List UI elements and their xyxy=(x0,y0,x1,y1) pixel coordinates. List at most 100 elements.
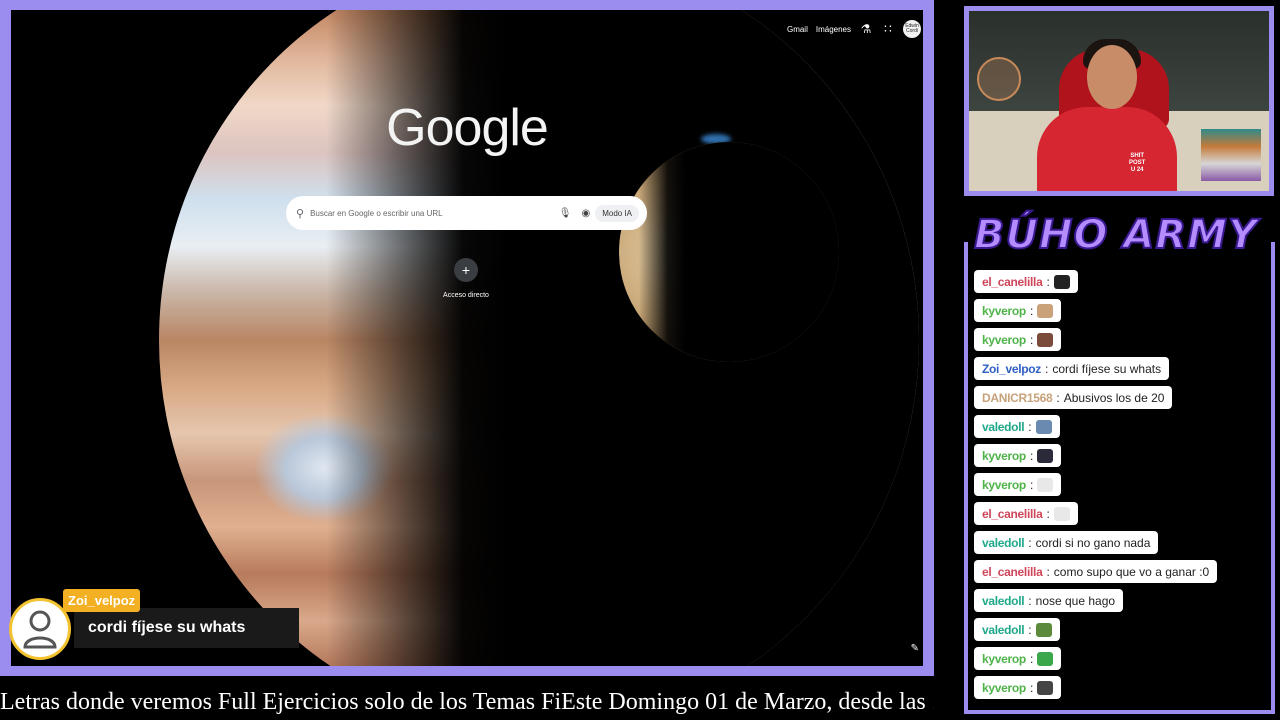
chat-username[interactable]: el_canelilla xyxy=(982,507,1043,521)
chat-username[interactable]: kyverop xyxy=(982,652,1026,666)
chat-row: kyverop: xyxy=(974,676,1264,705)
chat-separator: : xyxy=(1029,303,1034,318)
emote-icon xyxy=(1053,274,1070,289)
gmail-link[interactable]: Gmail xyxy=(787,25,808,34)
apps-icon[interactable]: ∷ xyxy=(881,22,895,36)
chat-username[interactable]: kyverop xyxy=(982,449,1026,463)
add-shortcut[interactable]: + Acceso directo xyxy=(436,258,496,299)
pencil-icon[interactable]: ✎ xyxy=(911,643,919,654)
chat-row: el_canelilla: como supo que vo a ganar :0 xyxy=(974,560,1264,589)
streamer-face xyxy=(1087,45,1137,109)
search-box[interactable]: ⚲ 🎙 ◉ Modo IA xyxy=(286,196,647,230)
lens-icon[interactable]: ◉ xyxy=(581,208,590,219)
shortcut-label: Acceso directo xyxy=(443,292,489,299)
emote-icon xyxy=(1053,506,1070,521)
search-input[interactable] xyxy=(310,208,554,218)
streamer-shirt xyxy=(1037,107,1177,191)
chat-separator: : xyxy=(1028,593,1032,608)
chat-message: el_canelilla: xyxy=(974,270,1078,293)
chat-row: kyverop: xyxy=(974,444,1264,473)
chat-message: valedoll: xyxy=(974,618,1060,641)
webcam-feed: SHIT POST U 24 xyxy=(969,11,1269,191)
chat-message: el_canelilla: xyxy=(974,502,1078,525)
chat-separator: : xyxy=(1045,361,1049,376)
overlay-username: Zoi_velpoz xyxy=(63,589,141,612)
chat-separator: : xyxy=(1029,448,1034,463)
mic-icon[interactable]: 🎙 xyxy=(559,208,572,219)
chat-message: kyverop: xyxy=(974,444,1062,467)
chat-row: kyverop: xyxy=(974,473,1264,502)
chat-separator: : xyxy=(1046,564,1050,579)
chat-message: kyverop: xyxy=(974,299,1062,322)
chat-separator: : xyxy=(1029,332,1034,347)
chat-message: valedoll: nose que hago xyxy=(974,589,1124,612)
chat-row: valedoll: cordi si no gano nada xyxy=(974,531,1264,560)
user-icon xyxy=(23,610,57,649)
chat-text: cordi si no gano nada xyxy=(1035,535,1151,550)
scrolling-ticker: Letras donde veremos Full Ejercicios sol… xyxy=(0,689,934,715)
chat-text: nose que hago xyxy=(1035,593,1116,608)
emote-icon xyxy=(1037,303,1054,318)
chat-username[interactable]: kyverop xyxy=(982,681,1026,695)
chat-message: el_canelilla: como supo que vo a ganar :0 xyxy=(974,560,1218,583)
chat-message: kyverop: xyxy=(974,647,1062,670)
emote-icon xyxy=(1037,332,1054,347)
chat-row: kyverop: xyxy=(974,328,1264,357)
add-icon[interactable]: + xyxy=(454,258,478,282)
google-logo: Google xyxy=(386,99,549,157)
chat-row: kyverop: xyxy=(974,299,1264,328)
fan xyxy=(977,57,1021,101)
chat-message: valedoll: xyxy=(974,415,1060,438)
emote-icon xyxy=(1037,477,1054,492)
chat-message: Zoi_velpoz: cordi fíjese su whats xyxy=(974,357,1170,380)
chat-username[interactable]: el_canelilla xyxy=(982,565,1043,579)
chat-text: Abusivos los de 20 xyxy=(1063,390,1165,405)
chat-username[interactable]: valedoll xyxy=(982,623,1025,637)
chat-username[interactable]: kyverop xyxy=(982,304,1026,318)
chat-separator: : xyxy=(1029,651,1034,666)
ai-mode-button[interactable]: Modo IA xyxy=(595,204,639,222)
chat-separator: : xyxy=(1056,390,1060,405)
chat-separator: : xyxy=(1028,535,1032,550)
ai-mode-label: Modo IA xyxy=(602,208,632,218)
chat-separator: : xyxy=(1029,477,1034,492)
chat-username[interactable]: kyverop xyxy=(982,333,1026,347)
chat-row: valedoll: nose que hago xyxy=(974,589,1264,618)
chat-separator: : xyxy=(1029,680,1034,695)
chat-username[interactable]: DANICR1568 xyxy=(982,391,1053,405)
chat-row: valedoll: xyxy=(974,415,1264,444)
chat-separator: : xyxy=(1046,506,1050,521)
chat-text: como supo que vo a ganar :0 xyxy=(1053,564,1210,579)
chat-separator: : xyxy=(1028,622,1032,637)
profile-avatar[interactable]: Edwin Cordi xyxy=(903,20,921,38)
images-link[interactable]: Imágenes xyxy=(816,25,851,34)
chat-username[interactable]: kyverop xyxy=(982,478,1026,492)
chat-message: kyverop: xyxy=(974,676,1062,699)
new-tab-page: Gmail Imágenes ⚗ ∷ Edwin Cordi Google ⚲ … xyxy=(11,10,923,666)
chat-separator: : xyxy=(1046,274,1050,289)
chat-row: el_canelilla: xyxy=(974,502,1264,531)
emote-icon xyxy=(1035,622,1052,637)
chat-list: el_canelilla: kyverop: kyverop: Zoi_velpoz:… xyxy=(974,270,1264,705)
chat-username[interactable]: el_canelilla xyxy=(982,275,1043,289)
webcam-frame: SHIT POST U 24 xyxy=(964,6,1274,196)
chat-message: kyverop: xyxy=(974,473,1062,496)
overlay-message: cordi fíjese su whats xyxy=(74,608,299,648)
chat-message: kyverop: xyxy=(974,328,1062,351)
chat-username[interactable]: valedoll xyxy=(982,420,1025,434)
emote-icon xyxy=(1037,680,1054,695)
browser-capture: Gmail Imágenes ⚗ ∷ Edwin Cordi Google ⚲ … xyxy=(0,0,934,676)
chat-row: Zoi_velpoz: cordi fíjese su whats xyxy=(974,357,1264,386)
chat-username[interactable]: Zoi_velpoz xyxy=(982,362,1041,376)
chat-row: valedoll: xyxy=(974,618,1264,647)
chat-username[interactable]: valedoll xyxy=(982,594,1025,608)
chat-row: DANICR1568: Abusivos los de 20 xyxy=(974,386,1264,415)
chat-separator: : xyxy=(1028,419,1032,434)
chat-username[interactable]: valedoll xyxy=(982,536,1025,550)
chat-message: DANICR1568: Abusivos los de 20 xyxy=(974,386,1173,409)
labs-icon[interactable]: ⚗ xyxy=(859,22,873,36)
overlay-avatar xyxy=(9,598,71,660)
moon-shadow xyxy=(619,142,839,362)
emote-icon xyxy=(1037,651,1054,666)
books xyxy=(1201,129,1261,181)
